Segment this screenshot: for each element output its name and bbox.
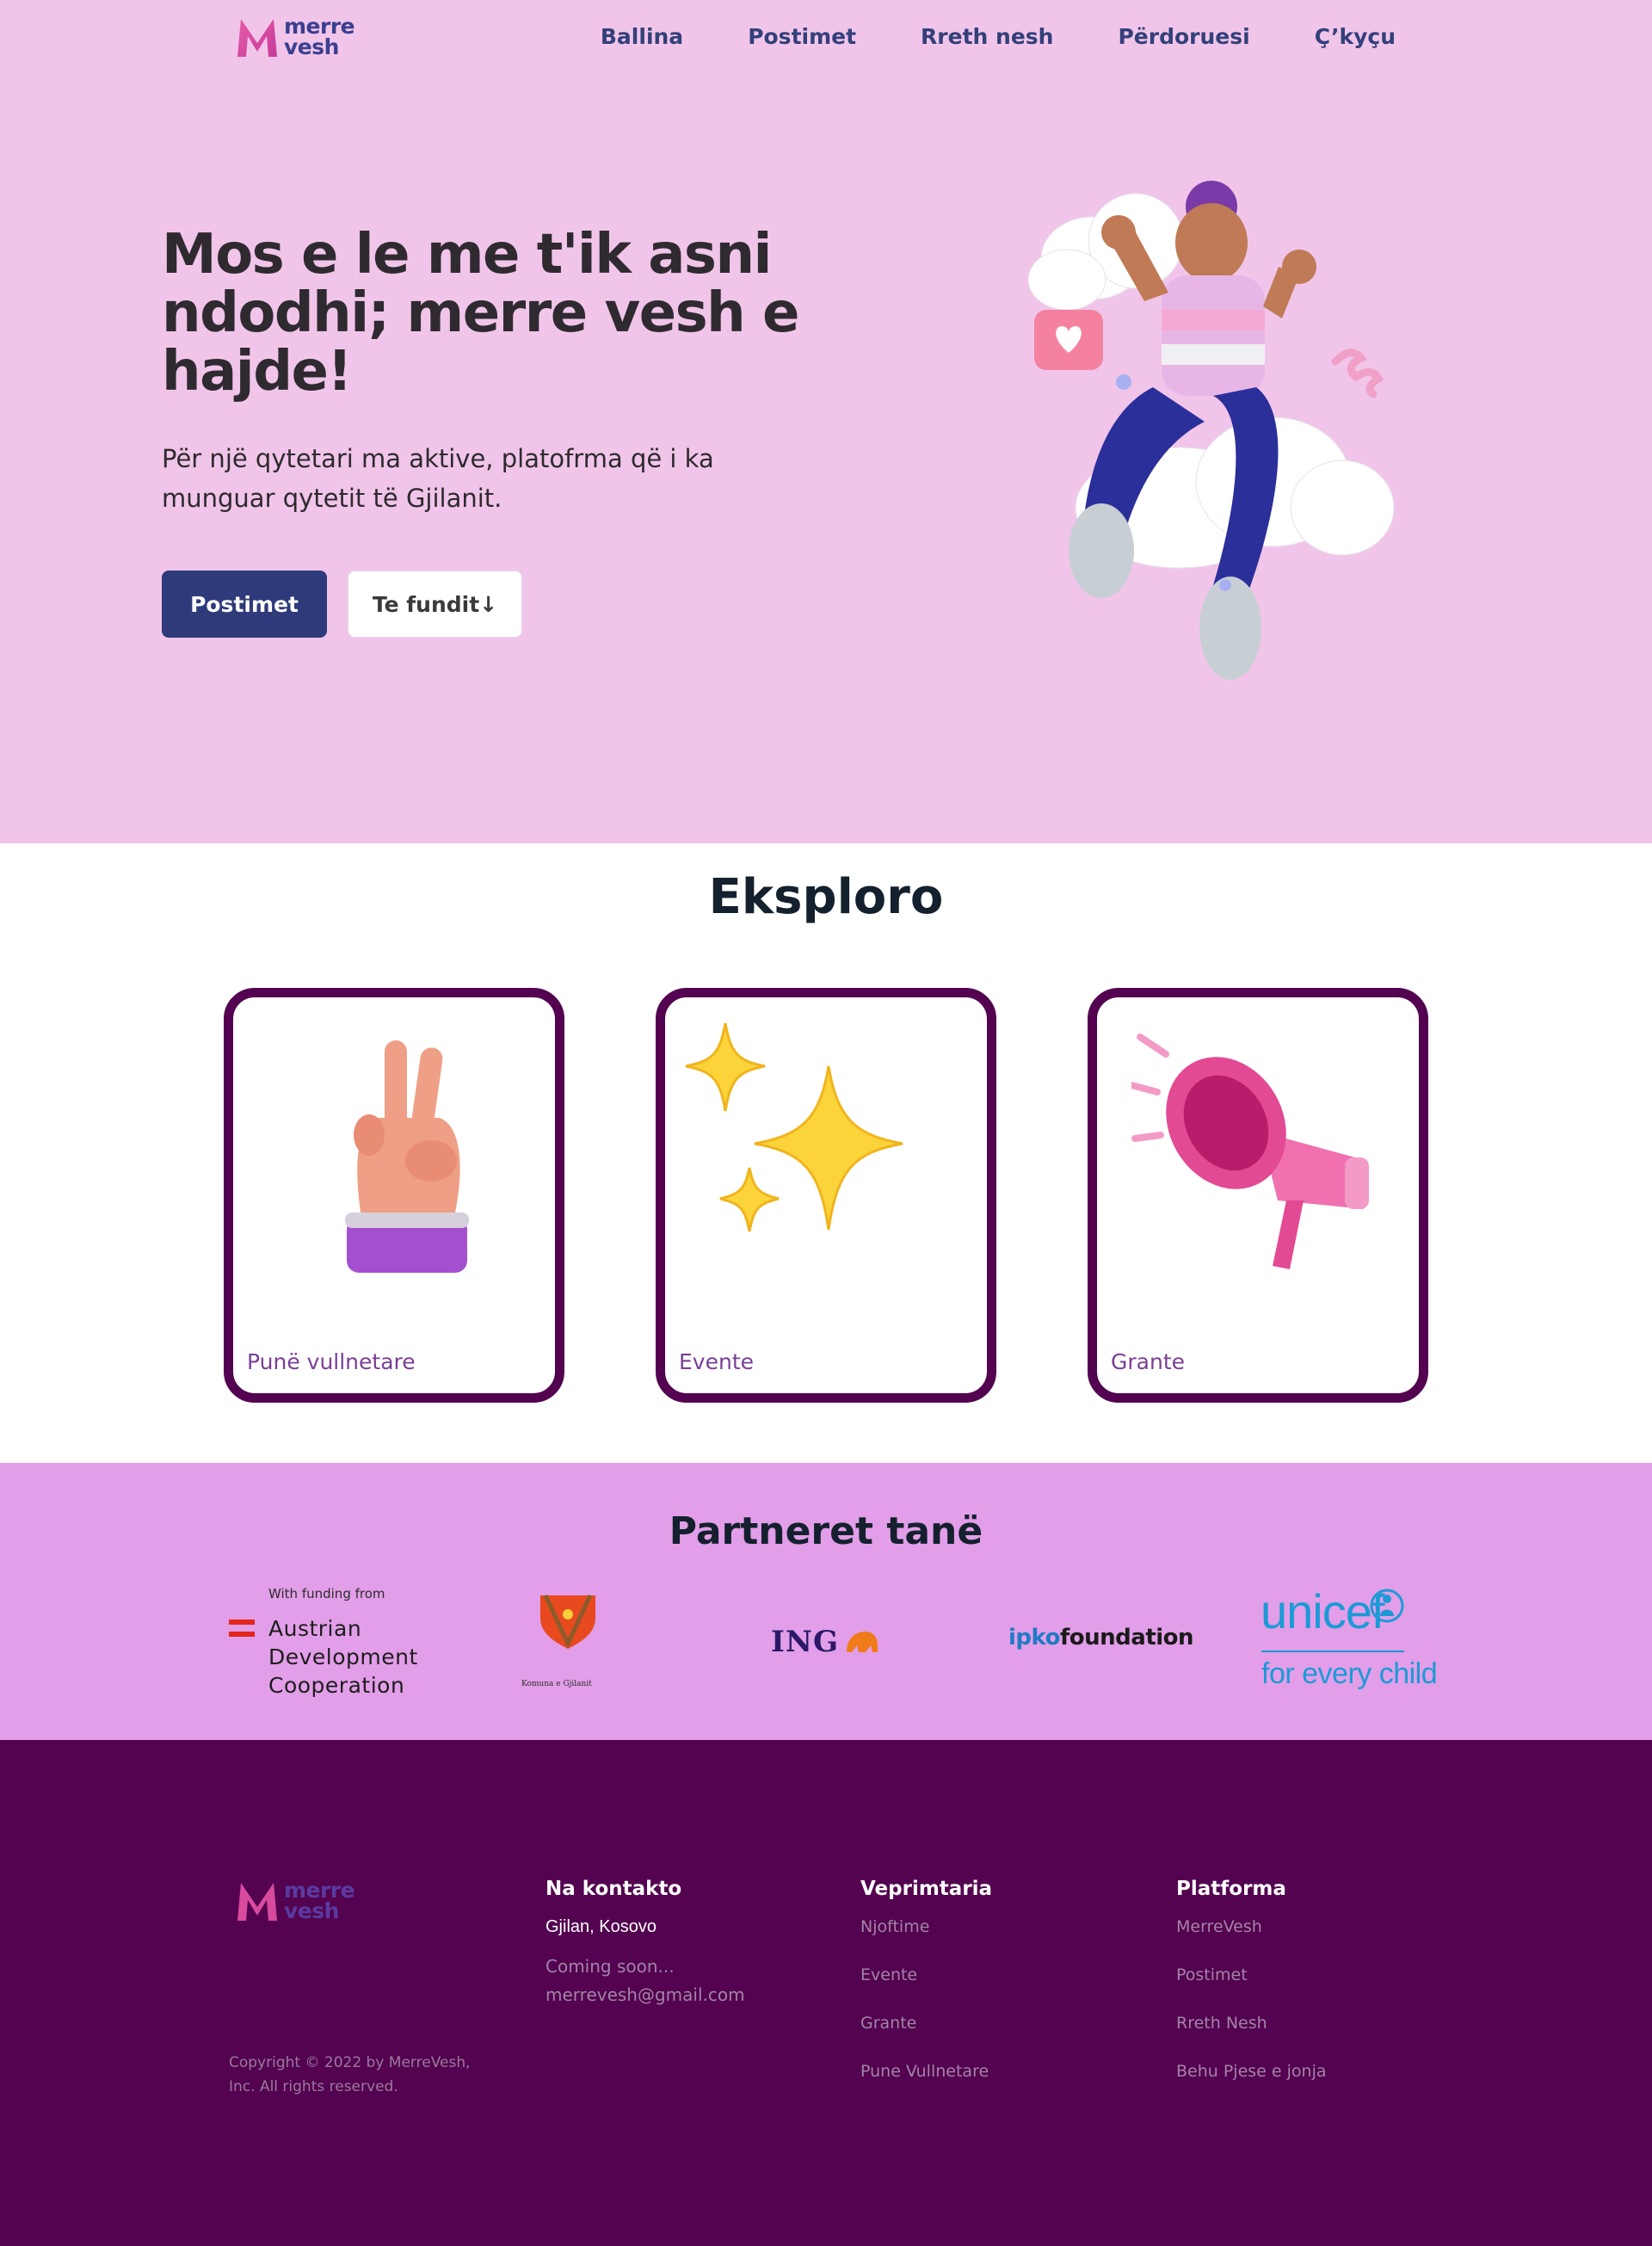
nav-link-ballina[interactable]: Ballina	[601, 24, 683, 49]
footer-copyright: Copyright © 2022 by MerreVesh, Inc. All …	[229, 2054, 471, 2095]
card-volunteer-work[interactable]: Punë vullnetare	[224, 988, 564, 1403]
footer-location: Gjilan, Kosovo	[546, 1917, 656, 1936]
austria-flag-icon	[229, 1620, 255, 1637]
unicef-tagline: for every child	[1261, 1657, 1438, 1690]
footer-link-njoftime[interactable]: Njoftime	[860, 1917, 992, 1936]
nav-link-logout[interactable]: Ç’kyçu	[1315, 24, 1396, 49]
nav-links: Ballina Postimet Rreth nesh Përdoruesi Ç…	[536, 24, 1396, 49]
hero-title: Mos e le me t'ik asni ndodhi; merre vesh…	[162, 223, 799, 404]
footer-link-pune-vullnetare[interactable]: Pune Vullnetare	[860, 2062, 992, 2081]
sparkles-icon	[685, 1022, 903, 1232]
ing-logo-text: ING	[771, 1625, 840, 1659]
hero-subtitle: Për një qytetari ma aktive, platofrma që…	[162, 444, 714, 513]
footer-link-evente[interactable]: Evente	[860, 1965, 992, 1984]
ing-lion-icon	[847, 1632, 878, 1652]
footer-email-link[interactable]: merrevesh@gmail.com	[546, 1981, 745, 2009]
card-label: Punë vullnetare	[247, 1349, 416, 1374]
nav-link-postimet[interactable]: Postimet	[748, 24, 856, 49]
ada-logo-text: Austrian Development Cooperation	[268, 1616, 418, 1698]
latest-button[interactable]: Te fundit↓	[348, 571, 522, 638]
logo-text: merre vesh	[284, 14, 355, 59]
hero-character-illustration	[1027, 181, 1395, 680]
postimet-button[interactable]: Postimet	[162, 571, 327, 638]
ipko-foundation-logo: ipkofoundation	[1008, 1625, 1194, 1651]
ada-funding-caption: With funding from	[268, 1586, 385, 1601]
footer-activity-title: Veprimtaria	[860, 1878, 993, 1900]
hero-section: merre vesh Ballina Postimet Rreth nesh Pë…	[0, 0, 1652, 843]
footer-contact-title: Na kontakto	[546, 1878, 682, 1900]
footer-link-postimet[interactable]: Postimet	[1176, 1965, 1327, 1984]
logo-mark-icon	[237, 19, 277, 57]
footer	[0, 1740, 1652, 2246]
nav-link-perdoruesi[interactable]: Përdoruesi	[1118, 24, 1249, 49]
card-label: Grante	[1111, 1349, 1185, 1374]
brand-logo[interactable]: merre vesh	[234, 14, 355, 60]
footer-link-grante[interactable]: Grante	[860, 2014, 992, 2033]
partners-title: Partneret tanë	[669, 1509, 983, 1553]
unicef-divider	[1261, 1651, 1404, 1652]
footer-activity-column: Veprimtaria Njoftime Evente Grante Pune …	[860, 1878, 992, 2110]
footer-brand-logo[interactable]: merre vesh	[234, 1878, 355, 1924]
footer-link-behu-pjese[interactable]: Behu Pjese e jonja	[1176, 2062, 1327, 2081]
footer-platform-title: Platforma	[1176, 1878, 1286, 1900]
gjilan-coat-of-arms-icon	[540, 1594, 595, 1649]
card-grants[interactable]: Grante	[1088, 988, 1428, 1403]
unicef-emblem-icon	[1370, 1589, 1404, 1623]
logo-text: merre vesh	[284, 1878, 355, 1923]
unicef-logo-text: unicef	[1261, 1584, 1384, 1638]
card-label: Evente	[679, 1349, 754, 1374]
nav-link-rreth-nesh[interactable]: Rreth nesh	[921, 24, 1053, 49]
footer-platform-column: Platforma MerreVesh Postimet Rreth Nesh …	[1176, 1878, 1327, 2110]
card-events[interactable]: Evente	[656, 988, 996, 1403]
explore-title: Eksploro	[708, 869, 944, 925]
gjilan-caption: Komuna e Gjilanit	[521, 1680, 592, 1688]
footer-link-merrevesh[interactable]: MerreVesh	[1176, 1917, 1327, 1936]
footer-contact-column: Na kontakto Gjilan, Kosovo Coming soon..…	[546, 1878, 745, 2009]
footer-coming-soon: Coming soon...	[546, 1956, 675, 1977]
top-nav: merre vesh Ballina Postimet Rreth nesh Pë…	[0, 0, 1652, 76]
megaphone-icon	[1131, 1034, 1369, 1269]
footer-link-rreth-nesh[interactable]: Rreth Nesh	[1176, 2014, 1327, 2033]
footer-contact-info: Coming soon... merrevesh@gmail.com	[546, 1953, 745, 2009]
peace-hand-icon	[345, 1040, 469, 1273]
logo-mark-icon	[237, 1883, 277, 1921]
